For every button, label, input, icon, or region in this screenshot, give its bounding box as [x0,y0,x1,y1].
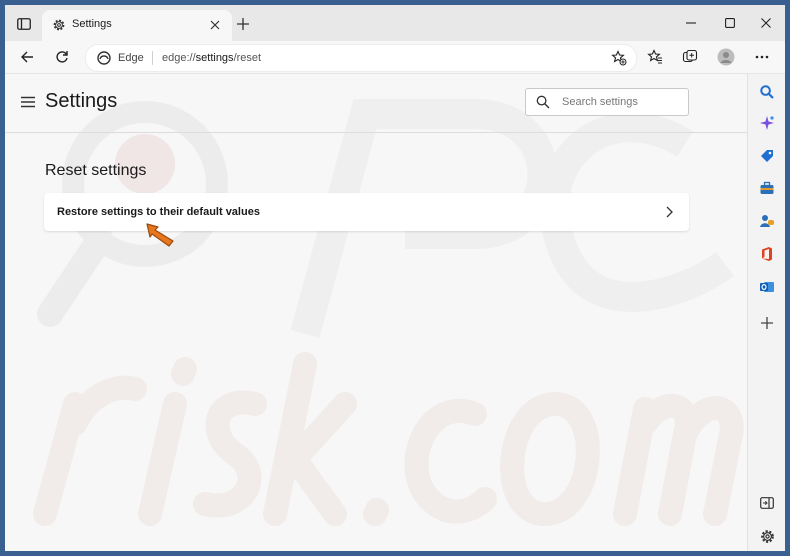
tools-icon [760,181,774,194]
refresh-button[interactable] [51,46,73,68]
settings-page: Settings Search settings Reset settings … [5,74,747,551]
games-icon [760,215,774,227]
tab-settings[interactable]: Settings [42,10,232,41]
sidebar-shopping-button[interactable] [758,147,776,165]
outlook-icon [760,282,774,292]
more-options-button[interactable] [751,46,773,68]
star-add-icon [611,50,627,66]
office-icon [762,247,772,261]
shopping-tag-icon [761,150,773,162]
minimize-icon [686,22,696,24]
chevron-right-icon [666,206,673,218]
menu-icon[interactable] [20,94,36,110]
section-title: Reset settings [45,162,147,179]
tab-actions-icon [17,18,31,30]
address-separator [152,51,153,65]
collections-icon [682,49,698,63]
sidebar-tools-button[interactable] [758,179,776,197]
avatar-icon [717,48,735,66]
sidebar-search-button[interactable] [758,83,776,101]
restore-defaults-item[interactable]: Restore settings to their default values [44,193,689,231]
sidebar-add-button[interactable] [758,314,776,332]
close-window-button[interactable] [755,13,777,33]
favorites-button[interactable] [644,46,666,68]
profile-button[interactable] [715,46,737,68]
more-horizontal-icon [755,55,769,59]
settings-gear-favicon-icon [53,19,65,31]
restore-defaults-label: Restore settings to their default values [57,206,260,218]
favorites-star-icon [647,49,662,64]
maximize-icon [725,18,735,28]
settings-header: Settings Search settings [5,74,747,133]
maximize-button[interactable] [719,13,741,33]
plus-icon [237,18,249,30]
add-icon [761,317,773,329]
close-icon [210,20,220,30]
browser-window: Settings Edge edge://settings/reset Sett… [5,5,785,551]
search-placeholder: Search settings [562,96,638,108]
copilot-icon [760,116,774,130]
page-title: Settings [45,90,118,112]
edge-logo-icon [97,51,111,65]
pointer-arrow-icon [146,223,174,247]
close-icon [761,18,771,28]
sidebar-office-button[interactable] [758,245,776,263]
collections-button[interactable] [679,46,701,68]
hide-sidebar-icon [760,497,774,509]
sidebar-outlook-button[interactable] [758,278,776,296]
sidebar-games-button[interactable] [758,212,776,230]
search-settings-input[interactable]: Search settings [525,88,689,116]
url-rest: /reset [233,52,262,64]
settings-gear-icon [760,529,774,543]
tab-title: Settings [72,18,112,30]
address-bar[interactable]: Edge edge://settings/reset [85,44,637,72]
search-icon [760,85,774,99]
background-watermark [33,99,744,527]
title-bar: Settings [5,5,785,41]
search-icon [536,95,550,109]
toolbar: Edge edge://settings/reset [5,41,785,74]
arrow-left-icon [21,51,33,63]
minimize-button[interactable] [680,13,702,33]
hide-sidebar-button[interactable] [758,494,776,512]
tab-actions-button[interactable] [13,14,35,34]
edge-sidebar [747,74,785,551]
url-text: edge://settings/reset [162,52,261,64]
back-button[interactable] [16,46,38,68]
refresh-icon [56,51,68,63]
add-favorite-button[interactable] [610,49,628,67]
close-tab-button[interactable] [206,16,224,34]
edge-scheme-label: Edge [118,52,144,64]
sidebar-copilot-button[interactable] [758,114,776,132]
url-path: settings [195,52,234,64]
new-tab-button[interactable] [234,15,252,33]
url-prefix: edge:// [162,52,196,64]
sidebar-settings-button[interactable] [758,527,776,545]
